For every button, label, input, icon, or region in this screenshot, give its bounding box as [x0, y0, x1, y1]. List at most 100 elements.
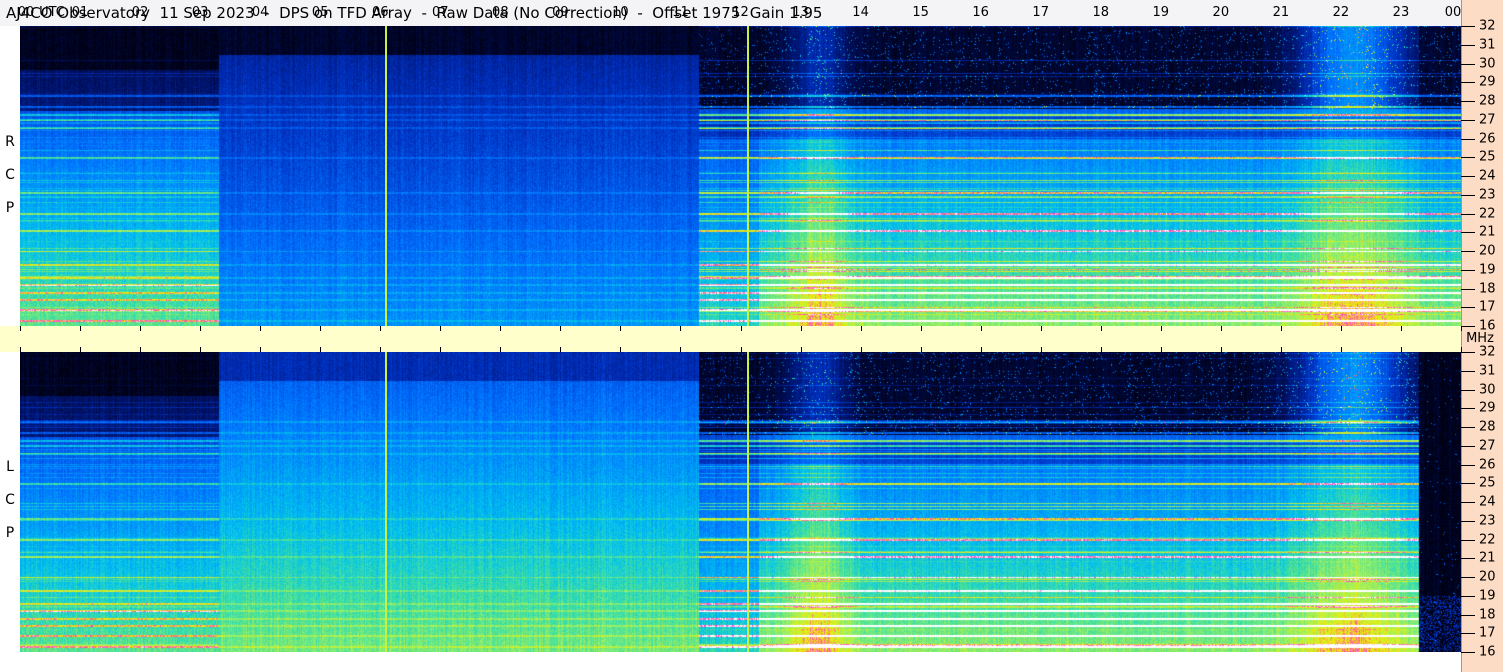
y-tick-label: 27: [1479, 112, 1496, 128]
y-tick-mark: [1461, 352, 1475, 353]
y-tick-mark: [1461, 119, 1475, 121]
y-tick-mark: [1461, 82, 1475, 84]
x-tick-mark: [860, 347, 862, 352]
x-tick-mark: [800, 347, 802, 352]
x-tick-mark: [680, 347, 682, 352]
x-tick-label: 02: [131, 5, 149, 20]
y-tick-mark: [1461, 101, 1475, 102]
x-tick-label: 05: [311, 5, 329, 20]
x-tick-mark: [920, 326, 922, 331]
y-tick-mark: [1461, 520, 1475, 522]
y-tick-mark: [1461, 614, 1475, 616]
x-tick-mark: [560, 326, 562, 331]
x-tick-mark: [1160, 326, 1162, 331]
y-tick-label: 25: [1479, 475, 1496, 491]
y-tick-label: 30: [1479, 382, 1496, 397]
x-tick-mark: [380, 326, 382, 331]
x-tick-label: 17: [1032, 5, 1049, 20]
y-tick-label: 29: [1479, 400, 1496, 416]
x-tick-mark: [440, 326, 442, 331]
y-tick-label: 19: [1479, 262, 1496, 278]
marker-line: [746, 26, 749, 326]
x-tick-label: 19: [1152, 5, 1170, 20]
x-tick-label: 15: [912, 5, 929, 20]
marker-line: [746, 352, 749, 652]
x-tick-label: 04: [251, 5, 269, 20]
x-tick-mark: [380, 347, 382, 352]
y-tick-label: 22: [1479, 206, 1496, 221]
x-tick-label: 16: [972, 5, 989, 20]
x-tick-mark: [1220, 347, 1222, 352]
y-tick-label: 26: [1479, 457, 1496, 472]
x-tick-mark: [20, 347, 21, 352]
x-tick-mark: [1160, 347, 1162, 352]
y-tick-mark: [1461, 502, 1475, 503]
x-tick-mark: [500, 347, 502, 352]
x-tick-mark: [1040, 326, 1042, 331]
x-tick-mark: [1220, 326, 1222, 331]
x-tick-label: 01: [71, 5, 89, 20]
x-tick-mark: [1040, 347, 1042, 352]
x-tick-label: 12: [732, 5, 749, 20]
y-tick-label: 29: [1479, 74, 1496, 90]
y-tick-label: 16: [1479, 318, 1496, 334]
x-tick-mark: [320, 347, 322, 352]
y-tick-label: 17: [1479, 299, 1496, 315]
y-tick-label: 24: [1479, 494, 1496, 510]
x-tick-mark: [800, 326, 802, 331]
y-tick-label: 21: [1479, 550, 1496, 566]
y-tick-mark: [1461, 558, 1475, 560]
y-tick-mark: [1461, 176, 1475, 177]
lcp-letter-c: C: [5, 492, 15, 508]
rcp-letter-p: P: [5, 200, 15, 216]
marker-line: [385, 352, 388, 652]
y-tick-label: 25: [1479, 149, 1496, 165]
x-tick-label: 08: [492, 5, 509, 20]
x-tick-mark: [680, 326, 682, 331]
y-tick-mark: [1461, 213, 1475, 215]
x-tick-mark: [620, 347, 622, 352]
y-tick-label: 20: [1479, 569, 1496, 585]
rcp-letter-r: R: [5, 134, 15, 150]
y-tick-mark: [1461, 326, 1475, 327]
lcp-letter-p: P: [5, 525, 15, 541]
x-tick-mark: [440, 347, 442, 352]
x-tick-mark: [80, 326, 82, 331]
y-tick-label: 24: [1479, 168, 1496, 184]
y-tick-mark: [1461, 427, 1475, 428]
x-tick-label: 13: [792, 5, 809, 20]
y-tick-mark: [1461, 44, 1475, 46]
x-tick-mark: [80, 347, 82, 352]
y-tick-mark: [1461, 138, 1475, 140]
y-tick-label: 26: [1479, 131, 1496, 146]
x-tick-label: 07: [432, 5, 449, 20]
x-tick-label: 10: [612, 5, 629, 20]
y-tick-label: 19: [1479, 588, 1496, 604]
x-tick-mark: [1340, 347, 1342, 352]
y-tick-label: 32: [1479, 344, 1496, 360]
x-tick-label: 23: [1392, 5, 1410, 20]
y-tick-label: 17: [1479, 625, 1496, 641]
y-tick-mark: [1461, 26, 1475, 27]
lcp-spectrogram: [20, 352, 1461, 652]
y-tick-mark: [1461, 157, 1475, 159]
rcp-spectrogram: [20, 26, 1461, 326]
y-tick-mark: [1461, 445, 1475, 447]
y-tick-label: 30: [1479, 56, 1496, 71]
y-tick-mark: [1461, 464, 1475, 466]
y-tick-label: 28: [1479, 93, 1496, 109]
y-tick-mark: [1461, 269, 1475, 271]
y-tick-mark: [1461, 652, 1475, 653]
y-tick-label: 16: [1479, 644, 1496, 660]
x-tick-mark: [920, 347, 922, 352]
y-tick-label: 28: [1479, 419, 1496, 435]
y-tick-label: 31: [1479, 363, 1496, 379]
x-tick-mark: [260, 347, 262, 352]
y-tick-label: 32: [1479, 18, 1496, 34]
x-tick-mark: [20, 326, 21, 331]
y-tick-mark: [1461, 307, 1475, 309]
x-tick-mark: [140, 347, 142, 352]
y-tick-label: 23: [1479, 187, 1496, 203]
y-tick-label: 27: [1479, 438, 1496, 454]
y-tick-label: 23: [1479, 513, 1496, 529]
